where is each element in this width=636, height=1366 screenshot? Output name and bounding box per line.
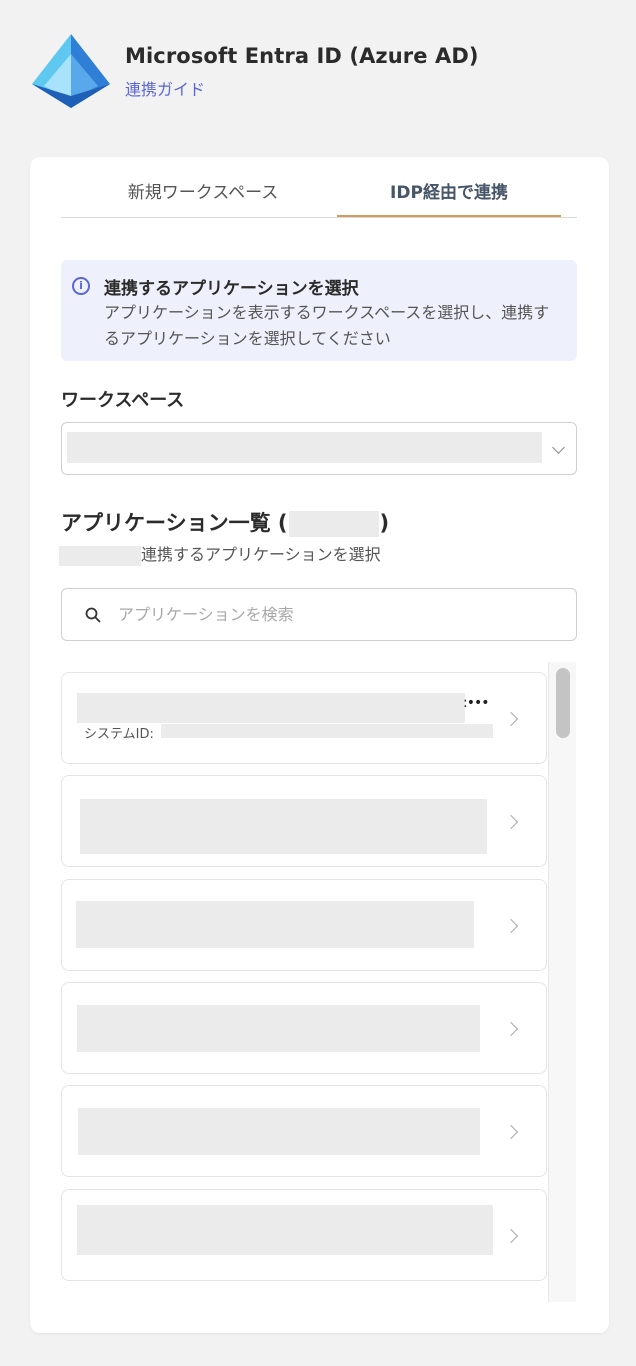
scrollbar-thumb[interactable] — [556, 668, 570, 738]
app-list-title-prefix: アプリケーション一覧 ( — [61, 511, 288, 535]
redacted-system-id — [161, 724, 493, 738]
redacted-value — [67, 432, 542, 463]
redacted-workspace-name — [59, 545, 141, 566]
app-list-item[interactable] — [61, 1085, 547, 1177]
integration-card: 新規ワークスペース IDP経由で連携 i 連携するアプリケーションを選択 アプリ… — [30, 157, 609, 1333]
integration-guide-link[interactable]: 連携ガイド — [125, 76, 205, 100]
app-list-item[interactable] — [61, 775, 547, 867]
redacted-app-name — [76, 901, 474, 948]
tab-idp-integration[interactable]: IDP経由で連携 — [337, 157, 561, 217]
app-search-input[interactable] — [118, 589, 558, 640]
page-header: Microsoft Entra ID (Azure AD) 連携ガイド — [0, 0, 636, 150]
chevron-down-icon — [552, 441, 565, 454]
list-scrollbar[interactable] — [548, 662, 576, 1302]
app-list-item[interactable] — [61, 1189, 547, 1281]
app-list-title: アプリケーション一覧 () — [61, 507, 389, 537]
chevron-right-icon — [503, 711, 519, 727]
chevron-right-icon — [503, 918, 519, 934]
redacted-count — [288, 511, 379, 537]
azure-pyramid-icon — [32, 34, 110, 108]
app-title: Microsoft Entra ID (Azure AD) — [125, 44, 479, 68]
app-list-item[interactable]: :••• システムID: — [61, 672, 547, 764]
ellipsis-text: :••• — [463, 695, 489, 711]
app-search-box — [61, 588, 577, 641]
system-id-label: システムID: — [84, 727, 154, 742]
chevron-right-icon — [503, 1124, 519, 1140]
app-list-item[interactable] — [61, 879, 547, 971]
chevron-right-icon — [503, 1228, 519, 1244]
redacted-app-name — [77, 1205, 493, 1255]
search-icon — [85, 607, 101, 623]
app-list-subtitle: 連携するアプリケーションを選択 — [59, 541, 381, 566]
chevron-right-icon — [503, 1021, 519, 1037]
app-list-title-suffix: ) — [379, 511, 390, 535]
tab-bar: 新規ワークスペース IDP経由で連携 — [61, 157, 577, 218]
app-list-item[interactable] — [61, 982, 547, 1074]
redacted-app-name — [77, 1005, 480, 1052]
redacted-app-name — [77, 693, 465, 723]
chevron-right-icon — [503, 814, 519, 830]
app-list: :••• システムID: — [61, 662, 547, 1302]
redacted-app-name — [78, 1108, 480, 1155]
info-body: アプリケーションを表示するワークスペースを選択し、連携するアプリケーションを選択… — [104, 303, 550, 348]
info-icon: i — [72, 277, 90, 295]
redacted-app-name — [80, 799, 487, 854]
info-callout: i 連携するアプリケーションを選択 アプリケーションを表示するワークスペースを選… — [61, 260, 577, 361]
tab-new-workspace[interactable]: 新規ワークスペース — [91, 157, 315, 216]
info-title: 連携するアプリケーションを選択 — [104, 279, 359, 299]
workspace-select[interactable] — [61, 422, 577, 475]
app-list-subtitle-text: 連携するアプリケーションを選択 — [141, 545, 381, 564]
workspace-label: ワークスペース — [61, 390, 185, 411]
